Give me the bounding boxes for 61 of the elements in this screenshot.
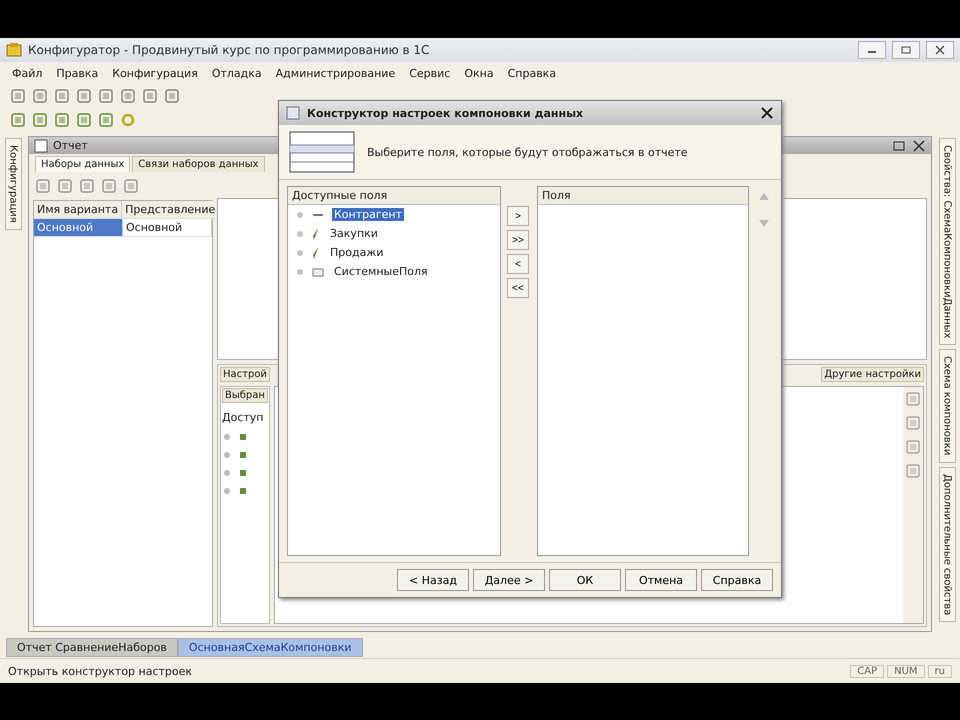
dialog-button[interactable]: Далее > [473, 569, 545, 591]
status-message: Открыть конструктор настроек [8, 664, 194, 678]
dialog-title: Конструктор настроек компоновки данных [307, 106, 584, 120]
list-header: Доступные поля [288, 187, 500, 205]
window-tab[interactable]: Отчет СравнениеНаборов [6, 638, 178, 656]
tree-item[interactable]: Закупки [328, 227, 380, 240]
status-indicator: ru [928, 664, 952, 678]
window-title: Отчет [53, 139, 89, 152]
dialog-button[interactable]: ОК [549, 569, 621, 591]
table-cell[interactable]: Основной [123, 219, 212, 237]
tab[interactable]: Наборы данных [35, 156, 130, 172]
close-button[interactable] [926, 41, 954, 59]
dock-tab[interactable]: Схема компоновки [938, 349, 956, 463]
close-icon [934, 45, 946, 55]
table-preview-icon [289, 131, 355, 173]
menu-item[interactable]: Справка [508, 66, 556, 80]
list-header: Доступ [222, 411, 264, 424]
minimize-button[interactable] [858, 41, 886, 59]
maximize-icon [900, 45, 912, 55]
move-button[interactable]: >> [507, 230, 529, 250]
move-button[interactable]: << [507, 278, 529, 298]
menu-item[interactable]: Файл [12, 66, 42, 80]
folder-icon [312, 266, 324, 276]
move-button[interactable]: > [507, 206, 529, 226]
dialog-prompt: Выберите поля, которые будут отображаться в отчете [367, 146, 688, 158]
dialog-button[interactable]: Отмена [625, 569, 697, 591]
column-header: Имя варианта [34, 201, 122, 219]
window-tab[interactable]: ОсновнаяСхемаКомпоновки [178, 638, 363, 656]
status-indicator: NUM [887, 664, 925, 678]
menu-item[interactable]: Отладка [212, 66, 262, 80]
dialog-button[interactable]: Справка [701, 569, 773, 591]
app-icon [6, 42, 22, 58]
move-button[interactable]: < [507, 254, 529, 274]
tab[interactable]: Настрой [220, 367, 270, 382]
close-button[interactable] [759, 105, 775, 121]
restore-button[interactable] [892, 41, 920, 59]
dialog-button[interactable]: < Назад [397, 569, 469, 591]
column-header: Представление [122, 201, 220, 219]
leaf-icon [312, 228, 320, 240]
tab[interactable]: Связи наборов данных [132, 156, 265, 172]
menu-item[interactable]: Конфигурация [112, 66, 198, 80]
table-cell[interactable]: Основной [34, 219, 123, 237]
menu-item[interactable]: Правка [56, 66, 98, 80]
dock-tab[interactable]: Свойства: СхемаКомпоновкиДанных [938, 138, 956, 346]
wizard-icon [285, 105, 301, 121]
report-icon [33, 138, 49, 154]
tree-item[interactable]: СистемныеПоля [332, 265, 430, 278]
tab[interactable]: Другие настройки [821, 367, 924, 382]
tree-item[interactable]: Продажи [328, 246, 386, 259]
tab[interactable]: Выбран [222, 388, 268, 403]
dock-tab[interactable]: Дополнительные свойства [938, 466, 956, 622]
close-icon[interactable] [911, 138, 927, 154]
status-indicator: CAP [850, 664, 884, 678]
menu-item[interactable]: Сервис [409, 66, 450, 80]
menu-item[interactable]: Окна [464, 66, 494, 80]
window-title: Конфигуратор - Продвинутый курс по программированию в 1С [28, 43, 430, 57]
menu-item[interactable]: Администрирование [276, 66, 396, 80]
tree-item[interactable]: Контрагент [332, 208, 404, 221]
dock-tab[interactable]: Конфигурация [4, 138, 22, 230]
list-header: Поля [538, 187, 748, 205]
leaf-icon [312, 246, 320, 258]
